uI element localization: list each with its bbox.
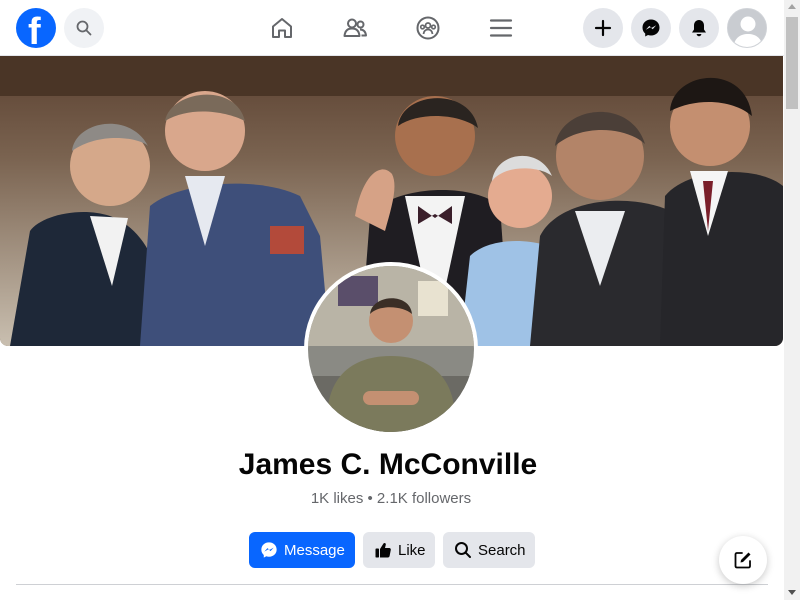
- messenger-icon: [261, 542, 277, 558]
- compose-icon: [734, 552, 751, 569]
- scroll-down-arrow[interactable]: [788, 590, 796, 595]
- like-button-label: Like: [398, 541, 426, 559]
- message-button-label: Message: [284, 541, 345, 559]
- account-avatar[interactable]: [727, 8, 767, 48]
- scroll-up-arrow[interactable]: [788, 4, 796, 9]
- menu-icon[interactable]: [487, 14, 515, 42]
- search-icon: [76, 20, 92, 36]
- page-stats: 1K likes • 2.1K followers: [310, 490, 472, 507]
- profile-picture-image: [308, 266, 474, 432]
- search-button-label: Search: [478, 541, 526, 559]
- vertical-scrollbar[interactable]: [784, 0, 800, 600]
- search-button[interactable]: [64, 8, 104, 48]
- facebook-logo[interactable]: f: [16, 8, 56, 48]
- page-search-button[interactable]: Search: [443, 532, 535, 568]
- messenger-icon: [642, 19, 660, 37]
- page-title: James C. McConville: [238, 448, 538, 481]
- message-button[interactable]: Message: [249, 532, 355, 568]
- like-button[interactable]: Like: [363, 532, 435, 568]
- groups-icon[interactable]: [414, 14, 442, 42]
- plus-icon: [594, 19, 612, 37]
- friends-icon[interactable]: [341, 14, 369, 42]
- section-divider: [16, 584, 768, 585]
- search-icon: [455, 542, 471, 558]
- profile-picture[interactable]: [304, 262, 478, 436]
- thumbs-up-icon: [375, 543, 391, 558]
- top-navigation-bar: f: [0, 0, 784, 56]
- create-button[interactable]: [583, 8, 623, 48]
- bell-icon: [692, 20, 706, 37]
- messenger-button[interactable]: [631, 8, 671, 48]
- home-icon[interactable]: [268, 14, 296, 42]
- new-message-button[interactable]: [719, 536, 767, 584]
- default-avatar-icon: [728, 9, 766, 47]
- notifications-button[interactable]: [679, 8, 719, 48]
- scroll-thumb[interactable]: [786, 17, 798, 109]
